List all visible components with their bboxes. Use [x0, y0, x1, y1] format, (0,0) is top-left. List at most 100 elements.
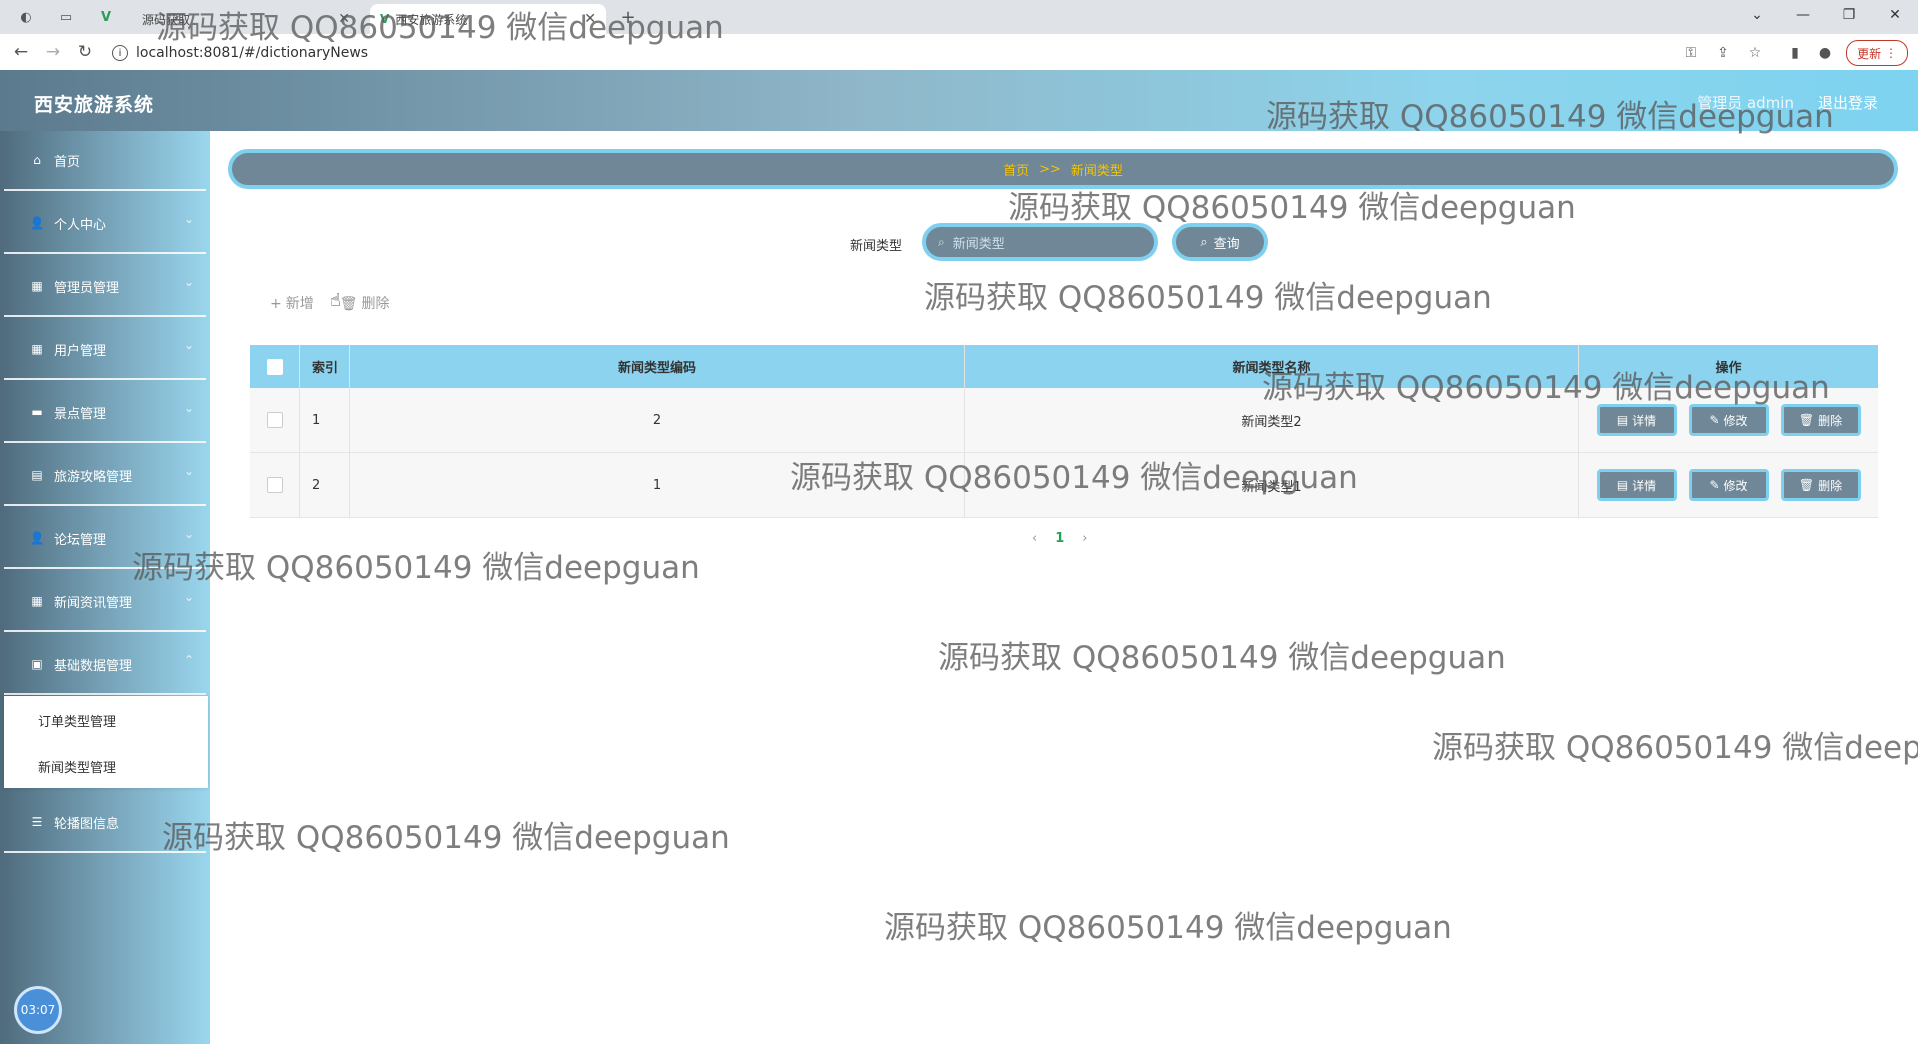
minimize-icon[interactable]: —: [1780, 0, 1826, 30]
logout-link[interactable]: 退出登录: [1818, 92, 1878, 113]
cell-name: 新闻类型1: [965, 453, 1579, 517]
chevron-down-icon: ⌄: [183, 212, 194, 226]
pointer-cursor-icon: ☝: [330, 290, 341, 311]
detail-label: 详情: [1632, 413, 1657, 428]
sidebar-item-guides[interactable]: ▤ 旅游攻略管理 ⌄: [4, 446, 206, 506]
sidebar-item-label: 个人中心: [54, 218, 107, 233]
sidebar-item-carousel[interactable]: ☰ 轮播图信息: [4, 793, 206, 853]
search-row: 新闻类型 ⌕ 新闻类型 ⌕ 查询: [210, 223, 1918, 261]
reload-icon[interactable]: ↻: [74, 41, 96, 63]
close-window-icon[interactable]: ✕: [1872, 0, 1918, 30]
sidebar-item-home[interactable]: ⌂ 首页: [4, 131, 206, 191]
table-row: 2 1 新闻类型1 ▤ 详情 ✎ 修改 🗑 删除: [250, 453, 1878, 518]
sidebar-item-label: 用户管理: [54, 344, 107, 359]
sidebar-item-label: 管理员管理: [54, 281, 120, 296]
tab-title: 西安旅游系统: [395, 12, 468, 27]
edit-label: 修改: [1723, 478, 1748, 493]
sidebar-item-label: 景点管理: [54, 407, 107, 422]
chat-icon: ▬: [31, 405, 43, 419]
browser-tab[interactable]: 源码获取 ✕: [132, 4, 360, 34]
sidebar-item-label: 新闻资讯管理: [54, 596, 133, 611]
submenu-item-order-type[interactable]: 订单类型管理: [38, 711, 116, 730]
current-user: 管理员 admin: [1697, 94, 1794, 112]
key-icon[interactable]: ⚿: [1680, 43, 1702, 63]
sidebar-item-admins[interactable]: ▦ 管理员管理 ⌄: [4, 257, 206, 317]
chevron-down-icon: ⌄: [183, 401, 194, 415]
prev-page-button[interactable]: ‹: [1032, 531, 1037, 546]
window-controls: ⌄ — ❐ ✕: [1734, 0, 1918, 30]
sidepanel-icon[interactable]: ▮: [1784, 43, 1806, 63]
sidebar-item-label: 基础数据管理: [54, 659, 133, 674]
cell-index: 1: [300, 388, 350, 452]
restore-icon[interactable]: ❐: [1826, 0, 1872, 30]
delete-label: 删除: [1818, 478, 1843, 493]
submenu-item-news-type[interactable]: 新闻类型管理: [38, 757, 116, 776]
share-icon[interactable]: ⇪: [1712, 43, 1734, 63]
vue-logo-icon[interactable]: V: [96, 7, 116, 27]
search-input[interactable]: ⌕ 新闻类型: [922, 223, 1158, 261]
header-code: 新闻类型编码: [350, 345, 965, 388]
chevron-down-icon: ⌄: [183, 464, 194, 478]
forward-icon[interactable]: →: [42, 41, 64, 63]
search-button[interactable]: ⌕ 查询: [1172, 223, 1268, 261]
page-number[interactable]: 1: [1055, 531, 1064, 546]
url-field[interactable]: i localhost:8081/#/dictionaryNews: [112, 41, 1672, 65]
document-icon: ▤: [1616, 478, 1629, 492]
detail-button[interactable]: ▤ 详情: [1596, 469, 1677, 501]
app-title: 西安旅游系统: [34, 94, 155, 116]
delete-button[interactable]: 🗑 删除: [1780, 404, 1861, 436]
sidebar-item-label: 轮播图信息: [54, 817, 120, 832]
breadcrumb-home[interactable]: 首页: [1003, 160, 1029, 179]
search-button-label: 查询: [1213, 236, 1240, 252]
back-icon[interactable]: ←: [10, 41, 32, 63]
star-icon[interactable]: ☆: [1744, 43, 1766, 63]
next-page-button[interactable]: ›: [1082, 531, 1087, 546]
search-icon: ⌕: [1200, 234, 1208, 250]
edit-button[interactable]: ✎ 修改: [1688, 469, 1769, 501]
grid-icon: ▦: [31, 594, 43, 608]
chevron-down-icon: ⌄: [183, 275, 194, 289]
sidebar-item-users[interactable]: ▦ 用户管理 ⌄: [4, 320, 206, 380]
sidebar-item-basedata[interactable]: ▣ 基础数据管理 ⌃: [4, 635, 206, 695]
sidebar-item-scenic[interactable]: ▬ 景点管理 ⌄: [4, 383, 206, 443]
pagination: ‹ 1 ›: [1032, 531, 1087, 546]
edit-button[interactable]: ✎ 修改: [1688, 404, 1769, 436]
add-button[interactable]: + 新增: [270, 293, 314, 313]
clock-badge[interactable]: 03:07: [14, 986, 62, 1034]
row-checkbox[interactable]: [266, 477, 283, 493]
search-placeholder: 新闻类型: [952, 236, 1005, 252]
bulk-delete-button[interactable]: 🗑 删除: [340, 293, 390, 313]
info-icon[interactable]: i: [112, 45, 128, 61]
new-tab-icon[interactable]: +: [618, 7, 638, 28]
tab-favicon-icon[interactable]: ◐: [16, 7, 36, 27]
sidebar-item-forum[interactable]: 👤 论坛管理 ⌄: [4, 509, 206, 569]
select-all-checkbox[interactable]: [266, 358, 283, 375]
chevron-down-icon: ⌄: [183, 527, 194, 541]
update-button[interactable]: 更新 ⋮: [1846, 40, 1908, 66]
breadcrumb-current: 新闻类型: [1070, 163, 1123, 179]
sidebar-item-news[interactable]: ▦ 新闻资讯管理 ⌄: [4, 572, 206, 632]
close-icon[interactable]: ✕: [338, 11, 350, 27]
tab-favicon-icon[interactable]: ▭: [56, 7, 76, 27]
add-label: 新增: [285, 296, 314, 312]
sidebar-item-label: 论坛管理: [54, 533, 107, 548]
delete-button[interactable]: 🗑 删除: [1780, 469, 1861, 501]
sidebar-item-profile[interactable]: 👤 个人中心 ⌄: [4, 194, 206, 254]
chevron-down-icon[interactable]: ⌄: [1734, 0, 1780, 30]
main-content: 首页 >> 新闻类型 新闻类型 ⌕ 新闻类型 ⌕ 查询 + 新增 🗑 删除 索引 新…: [210, 131, 1918, 1044]
user-icon: 👤: [29, 531, 45, 545]
chevron-up-icon: ⌃: [183, 653, 194, 667]
browser-tab-active[interactable]: V 西安旅游系统 ✕: [370, 4, 606, 34]
grid-icon: ▦: [31, 279, 43, 293]
detail-button[interactable]: ▤ 详情: [1596, 404, 1677, 436]
breadcrumb-separator: >>: [1039, 161, 1061, 177]
news-type-table: 索引 新闻类型编码 新闻类型名称 操作 1 2 新闻类型2 ▤ 详情 ✎ 修改 🗑 删…: [250, 345, 1878, 518]
profile-icon[interactable]: ●: [1814, 43, 1836, 63]
submenu-basedata: 订单类型管理 新闻类型管理: [4, 696, 208, 788]
row-checkbox[interactable]: [266, 412, 283, 428]
list-icon: ☰: [31, 815, 43, 829]
vue-logo-icon: V: [380, 12, 390, 26]
close-icon[interactable]: ✕: [584, 11, 596, 27]
cell-name: 新闻类型2: [965, 388, 1579, 452]
header-index: 索引: [300, 345, 350, 388]
